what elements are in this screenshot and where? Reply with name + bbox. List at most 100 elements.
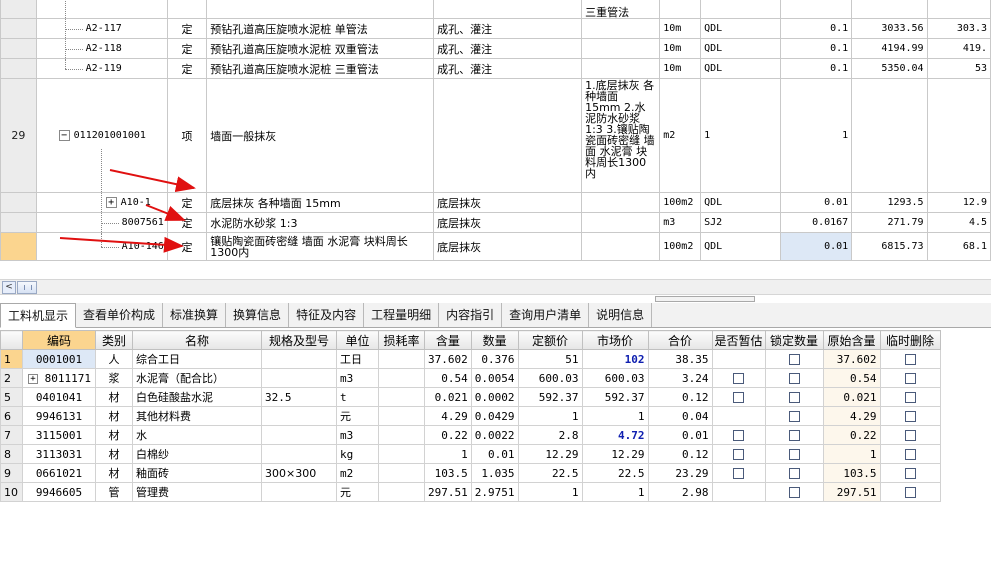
market-price-cell[interactable]: 4.72 [581,425,649,445]
spec-cell[interactable] [261,482,337,502]
feature-desc-cell[interactable] [581,212,661,233]
qty-cell[interactable]: 0.0167 [779,212,853,233]
fixed-price-cell[interactable]: 1 [517,406,583,426]
tab-conversion-info[interactable]: 换算信息 [226,303,290,327]
qty-cell[interactable]: 0.1 [779,58,853,79]
market-price-cell[interactable]: 1 [581,482,649,502]
market-price-cell[interactable]: 102 [581,349,649,369]
loss-cell[interactable] [378,463,425,483]
name-cell[interactable]: 预钻孔道高压旋喷水泥桩 双重管法 [206,38,435,59]
temp-delete-cell[interactable] [879,425,941,445]
table-row[interactable]: 1 0001001 人 综合工日 工日 37.602 0.376 51 102 … [0,349,941,369]
category-cell[interactable]: 管 [95,482,133,502]
price-cell[interactable]: 6815.73 [851,232,928,261]
category-cell[interactable]: 人 [95,349,133,369]
code-cell[interactable]: A2-119 [35,58,168,79]
spec-cell[interactable]: 32.5 [261,387,337,407]
feature-cell[interactable] [433,78,583,193]
name-cell[interactable]: 底层抹灰 各种墙面 15mm [206,192,435,213]
total-cell[interactable]: 38.35 [647,349,713,369]
orig-content-cell[interactable]: 1 [822,444,881,464]
header-lock-qty[interactable]: 锁定数量 [764,330,824,350]
header-market-price[interactable]: 市场价 [581,330,649,350]
total-cell[interactable]: 53 [926,58,991,79]
content-cell[interactable]: 103.5 [424,463,472,483]
spec-cell[interactable] [261,406,337,426]
market-price-cell[interactable]: 1 [581,406,649,426]
table-row[interactable]: 7 3115001 材 水 m3 0.22 0.0022 2.8 4.72 0.… [0,425,941,445]
table-row[interactable]: 三重管法 [0,0,991,19]
unit-cell[interactable]: m3 [336,425,379,445]
tentative-cell[interactable] [711,387,766,407]
lock-qty-checkbox[interactable] [788,373,800,384]
horizontal-scrollbar[interactable]: < [0,279,991,295]
unit-cell[interactable]: 10m [659,58,702,79]
temp-delete-checkbox[interactable] [904,392,916,403]
qty-cell[interactable]: 0.1 [779,38,853,59]
lock-qty-checkbox[interactable] [788,354,800,365]
unit-cell[interactable] [659,0,702,19]
orig-content-cell[interactable]: 4.29 [822,406,881,426]
total-cell[interactable]: 303.3 [926,18,991,39]
spec-cell[interactable] [261,425,337,445]
temp-delete-cell[interactable] [879,444,941,464]
qty-expr-cell[interactable]: QDL [700,58,781,79]
feature-cell[interactable]: 底层抹灰 [433,212,583,233]
quantity-cell[interactable]: 0.0002 [470,387,519,407]
loss-cell[interactable] [378,406,425,426]
type-cell[interactable]: 定 [166,38,208,59]
feature-desc-cell[interactable] [581,38,661,59]
temp-delete-cell[interactable] [879,368,941,388]
name-cell[interactable]: 管理费 [132,482,262,502]
total-cell[interactable]: 419. [926,38,991,59]
fixed-price-cell[interactable]: 12.29 [517,444,583,464]
price-cell[interactable]: 1293.5 [851,192,928,213]
lock-qty-checkbox[interactable] [788,392,800,403]
name-cell[interactable] [206,0,435,19]
code-cell[interactable]: 9946131 [22,406,96,426]
orig-content-cell[interactable]: 0.22 [822,425,881,445]
spec-cell[interactable]: 300×300 [261,463,337,483]
orig-content-cell[interactable]: 0.021 [822,387,881,407]
category-cell[interactable]: 材 [95,444,133,464]
code-cell[interactable]: 8007561 [35,212,168,233]
feature-cell[interactable]: 成孔、灌注 [433,38,583,59]
header-content[interactable]: 含量 [424,330,472,350]
tab-content-guide[interactable]: 内容指引 [439,303,503,327]
type-cell[interactable]: 定 [166,212,208,233]
code-cell[interactable]: + 8011171 [22,368,96,388]
quantity-cell[interactable]: 2.9751 [470,482,519,502]
temp-delete-cell[interactable] [879,482,941,502]
total-cell[interactable]: 0.12 [647,444,713,464]
lock-qty-checkbox[interactable] [788,468,800,479]
tab-quantity-detail[interactable]: 工程量明细 [364,303,440,327]
quantity-cell[interactable]: 0.0054 [470,368,519,388]
total-cell[interactable] [926,78,991,193]
qty-expr-cell[interactable] [700,0,781,19]
feature-desc-cell[interactable] [581,58,661,79]
name-cell[interactable]: 白棉纱 [132,444,262,464]
total-cell[interactable]: 0.12 [647,387,713,407]
feature-cell[interactable]: 底层抹灰 [433,232,583,261]
total-cell[interactable]: 0.01 [647,425,713,445]
content-cell[interactable]: 297.51 [424,482,472,502]
qty-expr-cell[interactable]: QDL [700,232,781,261]
temp-delete-checkbox[interactable] [904,487,916,498]
temp-delete-checkbox[interactable] [904,449,916,460]
content-cell[interactable]: 37.602 [424,349,472,369]
table-row[interactable]: 5 0401041 材 白色硅酸盐水泥 32.5 t 0.021 0.0002 … [0,387,941,407]
temp-delete-cell[interactable] [879,406,941,426]
total-cell[interactable]: 12.9 [926,192,991,213]
market-price-cell[interactable]: 592.37 [581,387,649,407]
code-cell[interactable]: 3113031 [22,444,96,464]
tab-query-user-list[interactable]: 查询用户清单 [502,303,590,327]
header-fixed-price[interactable]: 定额价 [517,330,583,350]
tab-notes[interactable]: 说明信息 [589,303,653,327]
tentative-checkbox[interactable] [733,449,744,460]
header-loss-rate[interactable]: 损耗率 [378,330,425,350]
code-cell[interactable]: 3115001 [22,425,96,445]
table-row[interactable]: A10-146 定 镶贴陶瓷面砖密缝 墙面 水泥膏 块料周长1300内 底层抹灰… [0,232,991,261]
name-cell[interactable]: 预钻孔道高压旋喷水泥桩 三重管法 [206,58,435,79]
name-cell[interactable]: 预钻孔道高压旋喷水泥桩 单管法 [206,18,435,39]
spec-cell[interactable] [261,368,337,388]
